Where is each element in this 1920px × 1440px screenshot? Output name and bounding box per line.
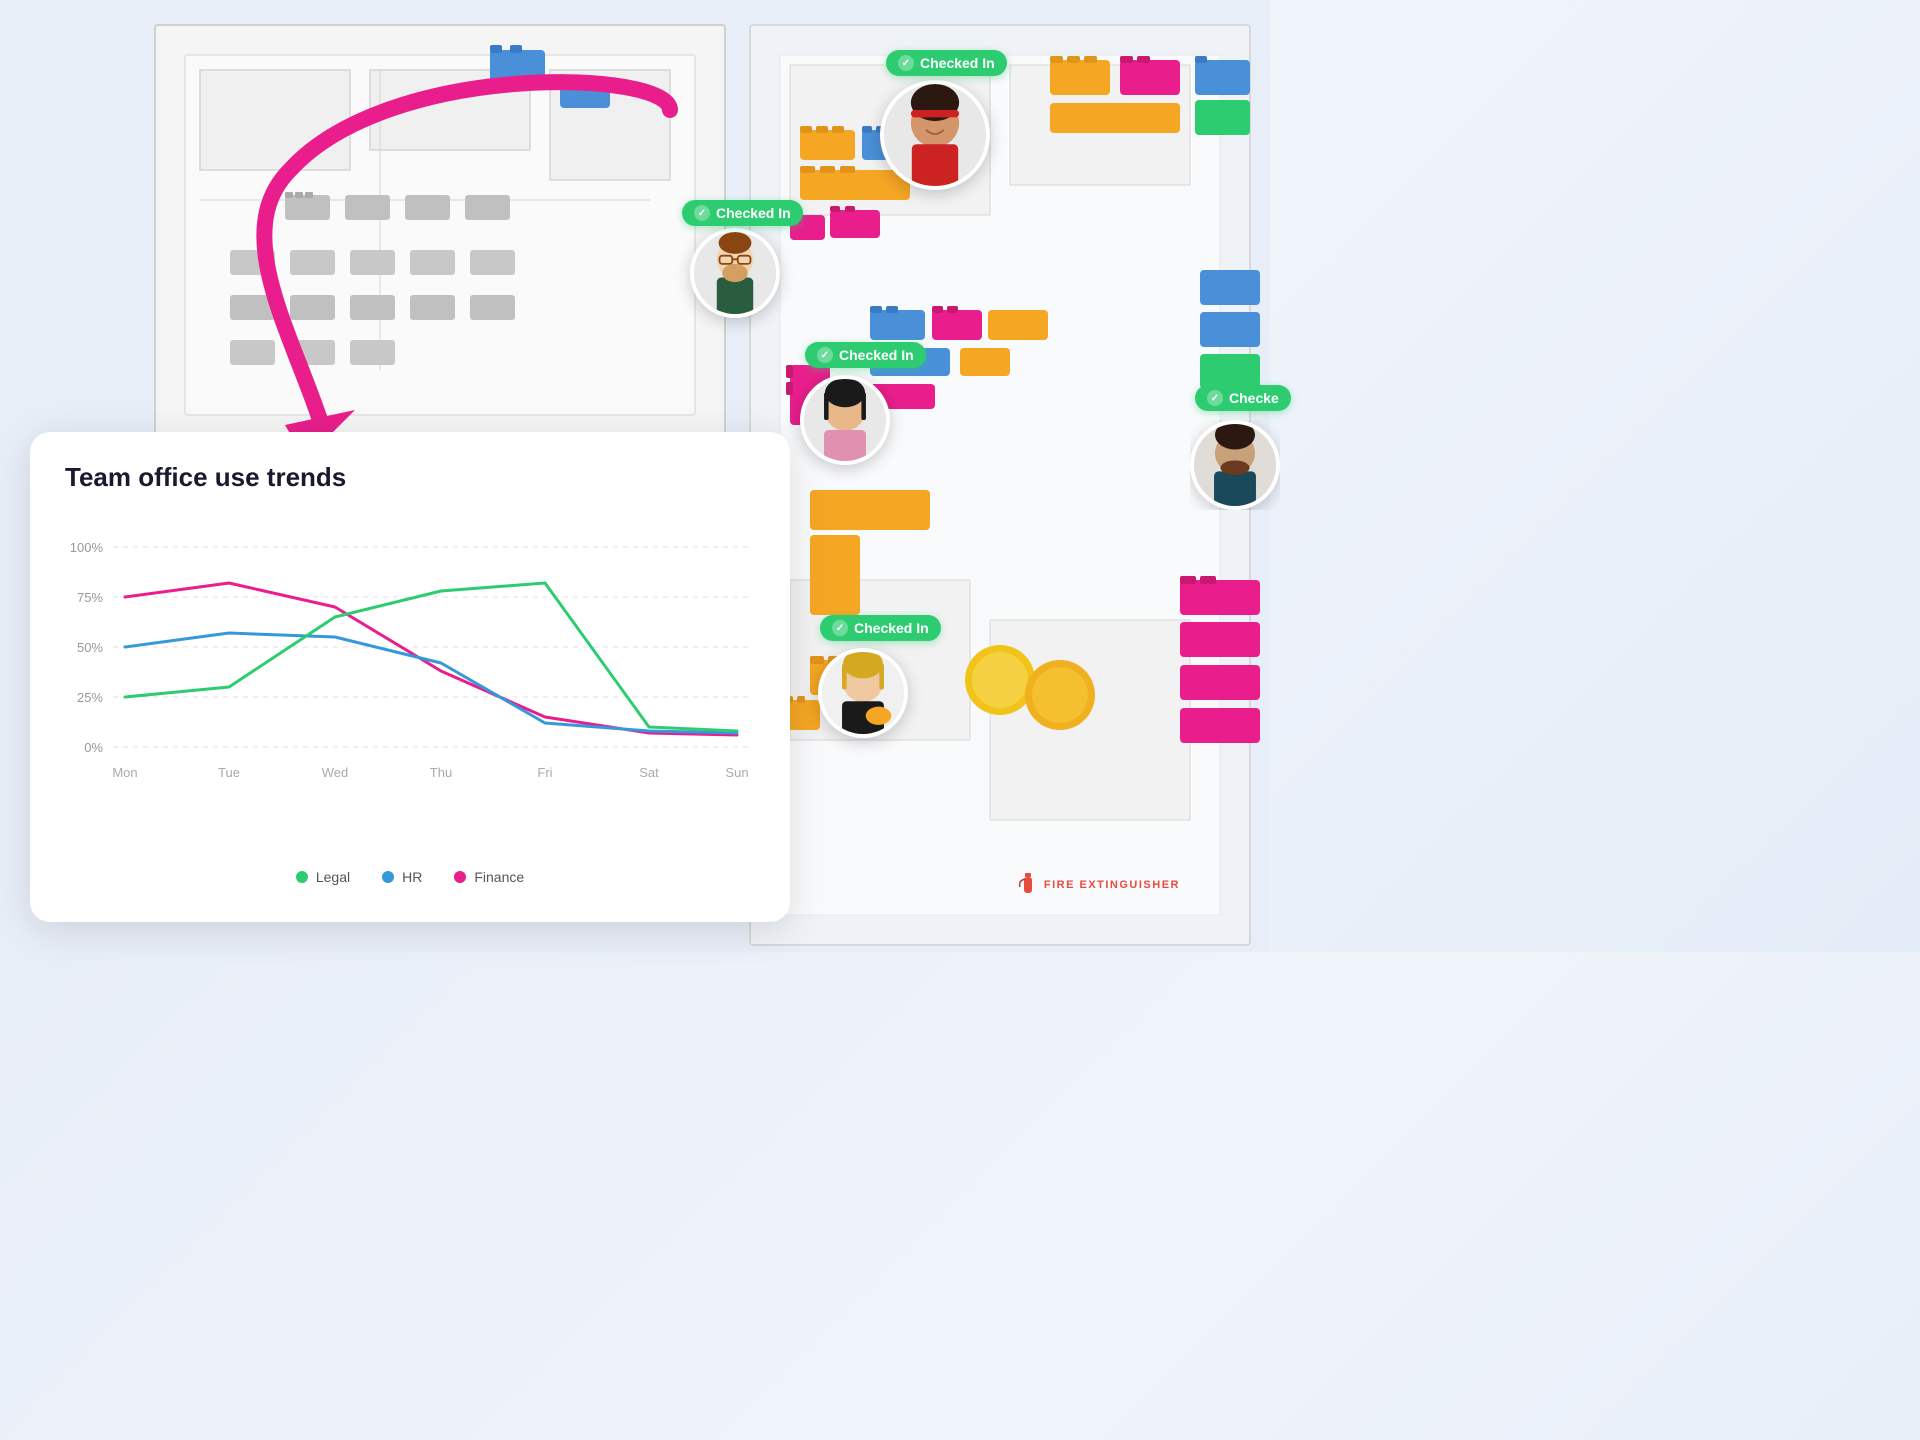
chart-legend: Legal HR Finance (65, 869, 755, 885)
svg-text:0%: 0% (84, 740, 103, 755)
legend-item-finance: Finance (454, 869, 524, 885)
person-avatar-3 (800, 375, 890, 465)
svg-text:100%: 100% (70, 540, 104, 555)
checked-in-badge-4: ✓ Checked In (820, 615, 941, 641)
svg-text:Thu: Thu (430, 765, 452, 780)
legend-item-legal: Legal (296, 869, 350, 885)
svg-text:75%: 75% (77, 590, 103, 605)
svg-text:25%: 25% (77, 690, 103, 705)
svg-text:Wed: Wed (322, 765, 349, 780)
svg-text:Sun: Sun (725, 765, 748, 780)
svg-text:50%: 50% (77, 640, 103, 655)
person-avatar-5 (1190, 420, 1280, 510)
fire-extinguisher-label: FIRE EXTINGUISHER (1018, 873, 1180, 897)
svg-text:Fri: Fri (537, 765, 552, 780)
chart-area: 100% 75% 50% 25% 0% Mon Tue Wed Thu Fri … (65, 517, 755, 857)
person-avatar-2 (880, 80, 990, 190)
chart-card: Team office use trends 100% 75% 50% 25% … (30, 432, 790, 922)
checked-in-badge-5: ✓ Checke (1195, 385, 1291, 411)
legend-item-hr: HR (382, 869, 422, 885)
chart-title: Team office use trends (65, 462, 755, 493)
svg-text:Mon: Mon (112, 765, 137, 780)
checked-in-badge-2: ✓ Checked In (886, 50, 1007, 76)
checked-in-badge-3: ✓ Checked In (805, 342, 926, 368)
person-avatar-4 (818, 648, 908, 738)
svg-text:Tue: Tue (218, 765, 240, 780)
svg-text:Sat: Sat (639, 765, 659, 780)
person-avatar-1 (690, 228, 780, 318)
curved-arrow (90, 30, 750, 480)
checked-in-badge-1: ✓ Checked In (682, 200, 803, 226)
